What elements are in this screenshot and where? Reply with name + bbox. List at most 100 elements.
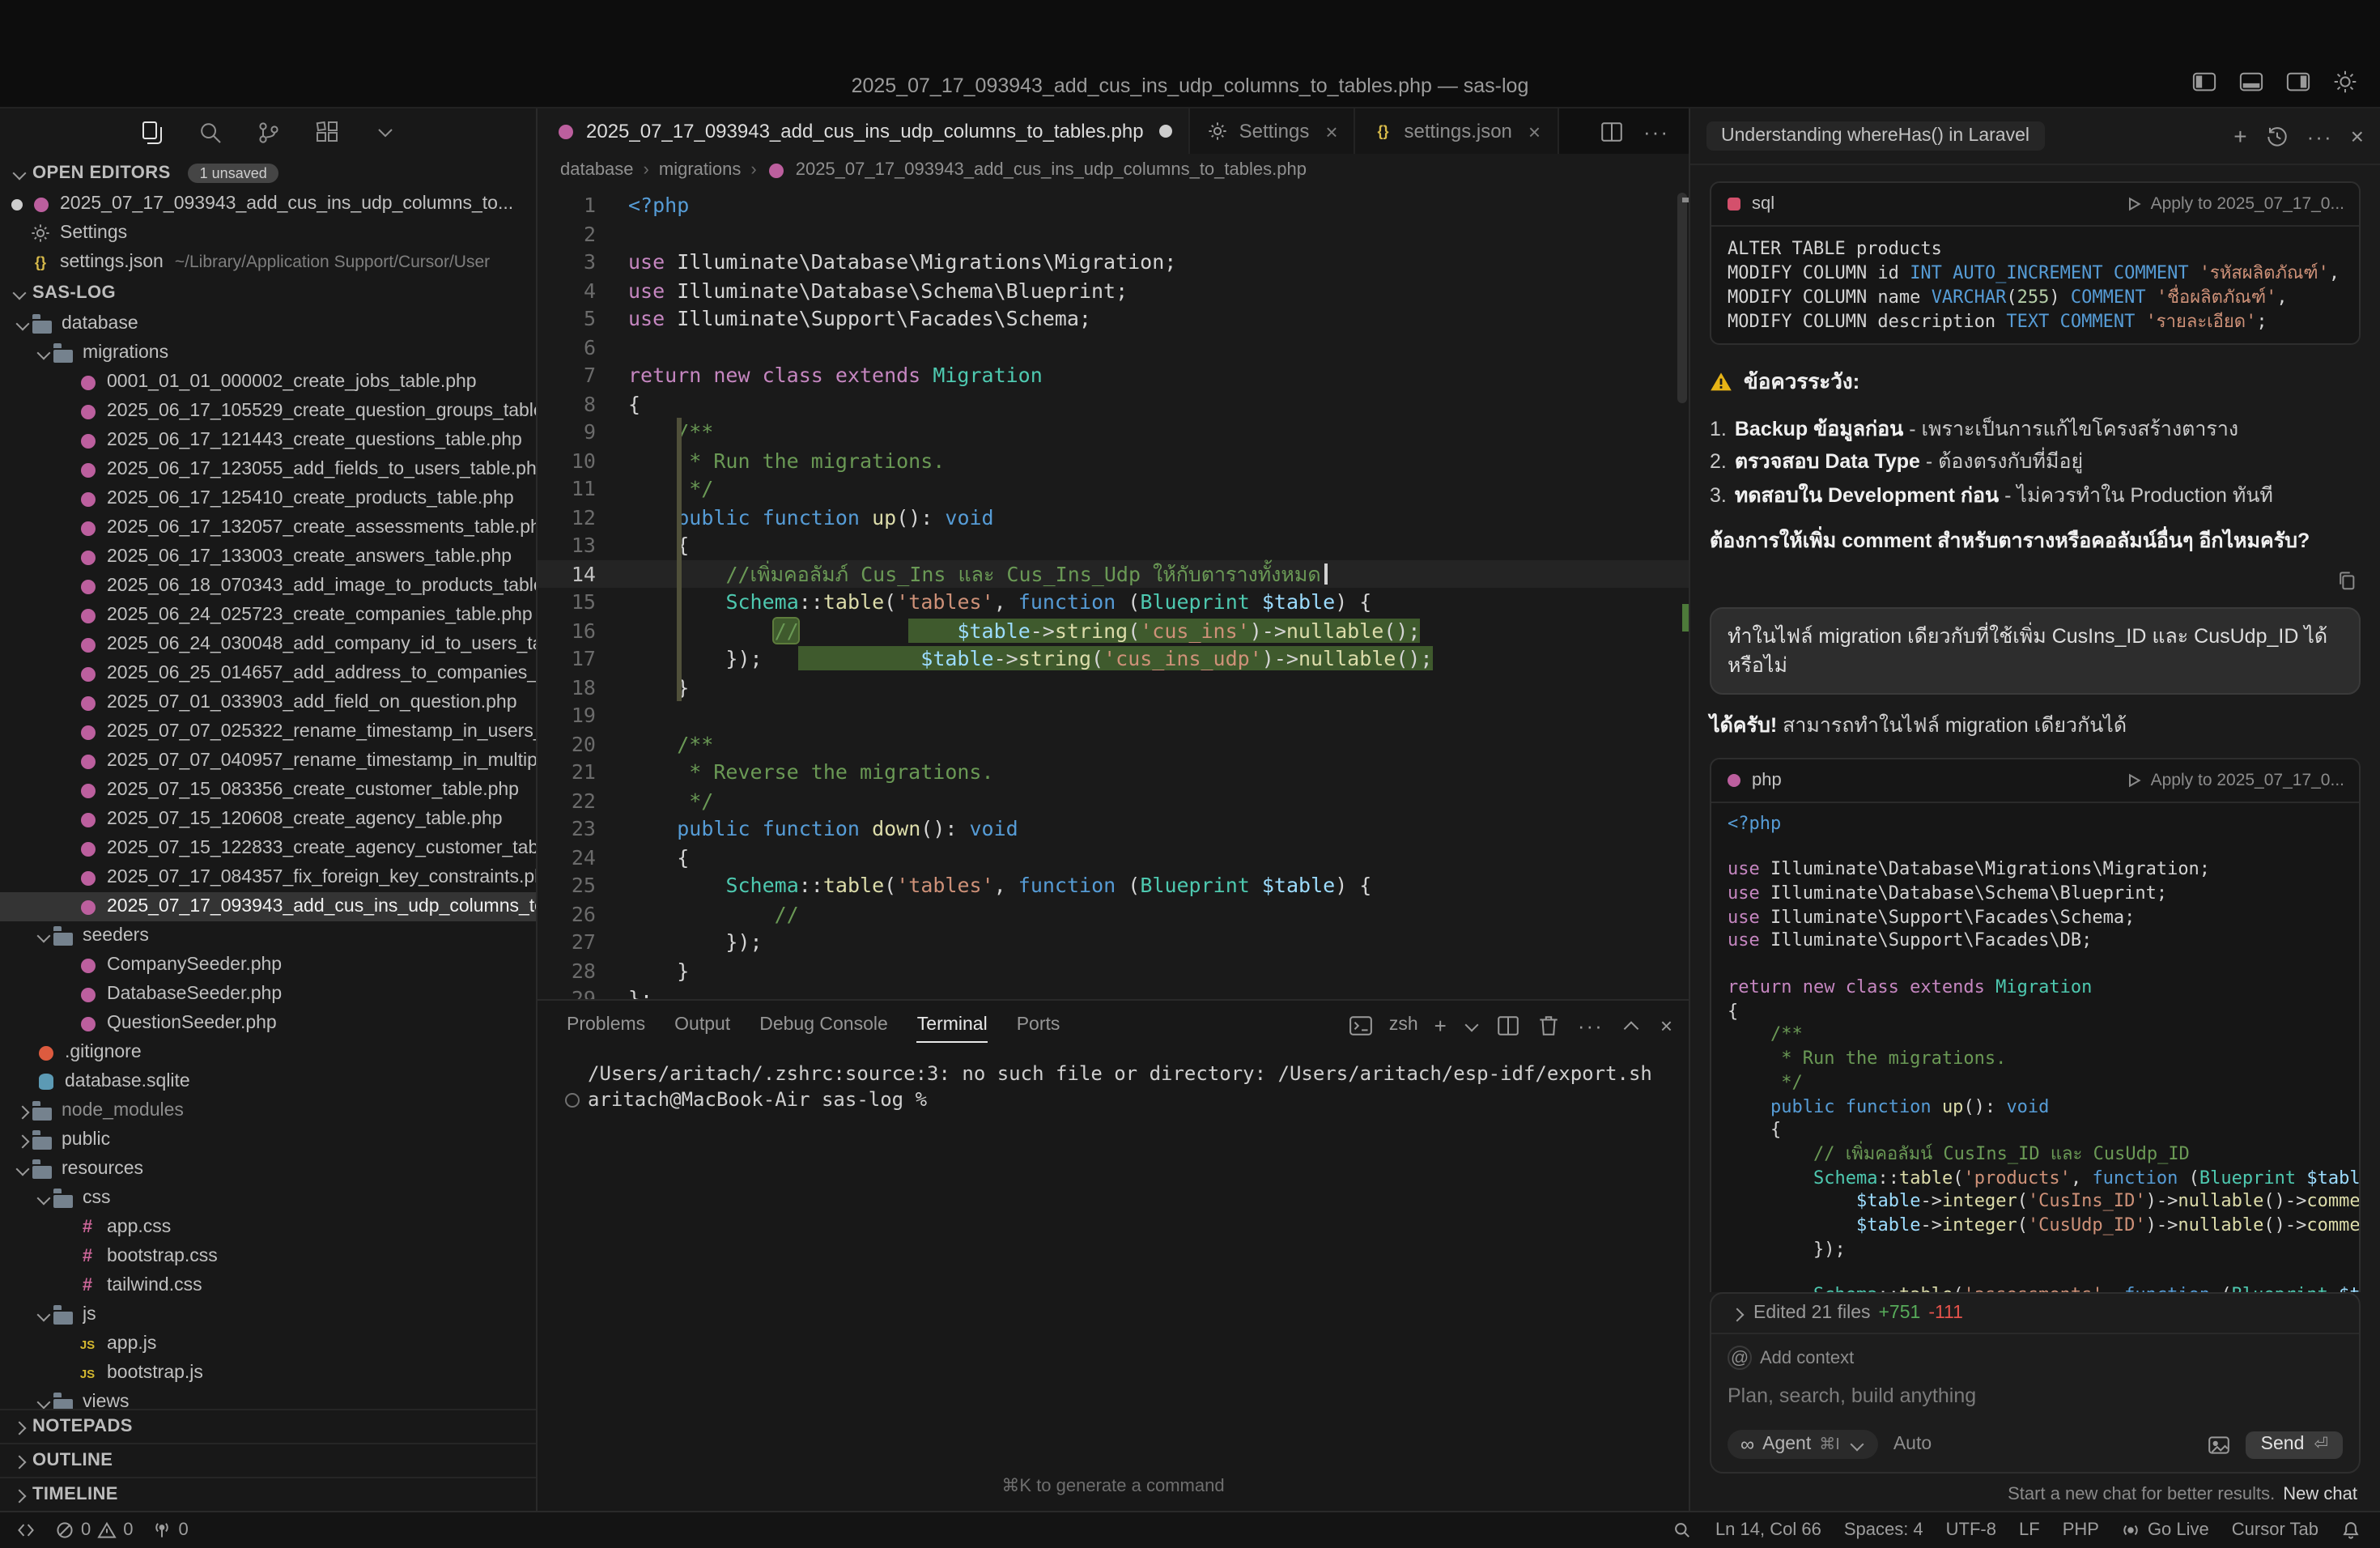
code-line[interactable]: 21 * Reverse the migrations. (538, 758, 1689, 786)
source-control-icon[interactable] (255, 120, 281, 146)
split-editor-icon[interactable] (1600, 119, 1624, 143)
code-line[interactable]: 1<?php (538, 191, 1689, 219)
tree-file[interactable]: #bootstrap.css (0, 1242, 536, 1271)
add-context-button[interactable]: @Add context (1728, 1346, 2343, 1370)
code-line[interactable]: 20 /** (538, 729, 1689, 758)
code-line[interactable]: 7return new class extends Migration (538, 361, 1689, 389)
tree-file[interactable]: QuestionSeeder.php (0, 1009, 536, 1038)
tree-file[interactable]: CompanySeeder.php (0, 950, 536, 980)
code-line[interactable]: 22 */ (538, 786, 1689, 814)
tree-file[interactable]: 2025_06_17_105529_create_question_groups… (0, 397, 536, 426)
maximize-panel-icon[interactable] (1620, 1013, 1644, 1037)
tree-file[interactable]: 2025_07_15_083356_create_customer_table.… (0, 776, 536, 805)
tree-file[interactable]: 2025_07_17_084357_fix_foreign_key_constr… (0, 863, 536, 892)
tree-file[interactable]: database.sqlite (0, 1067, 536, 1096)
code-line[interactable]: 18 } (538, 673, 1689, 701)
tree-folder[interactable]: views (0, 1388, 536, 1409)
history-icon[interactable] (2265, 124, 2289, 148)
tree-file[interactable]: 2025_06_18_070343_add_image_to_products_… (0, 572, 536, 601)
extensions-icon[interactable] (313, 120, 339, 146)
settings-gear-icon[interactable] (2333, 70, 2357, 94)
send-button[interactable]: Send⏎ (2246, 1431, 2343, 1458)
tree-file[interactable]: #app.css (0, 1213, 536, 1242)
code-line[interactable]: 16 // $table->string('cus_ins')->nullabl… (538, 616, 1689, 644)
code-line[interactable]: 28 } (538, 956, 1689, 985)
tree-file[interactable]: 2025_06_17_132057_create_assessments_tab… (0, 513, 536, 542)
tree-file[interactable]: 2025_06_17_123055_add_fields_to_users_ta… (0, 455, 536, 484)
code-line[interactable]: 6 (538, 333, 1689, 361)
code-line[interactable]: 11 */ (538, 474, 1689, 503)
breadcrumb-item[interactable]: migrations (659, 160, 742, 180)
code-line[interactable]: 14 //เพิ่มคอลัมภ์ Cus_Ins และ Cus_Ins_Ud… (538, 559, 1689, 588)
chevron-down-icon[interactable] (372, 120, 397, 146)
chat-input[interactable]: Plan, search, build anything (1728, 1384, 2343, 1407)
split-terminal-icon[interactable] (1497, 1013, 1521, 1037)
notepads-section[interactable]: NOTEPADS (0, 1409, 536, 1443)
tree-folder[interactable]: migrations (0, 338, 536, 368)
editor-tab[interactable]: {}settings.json× (1356, 108, 1559, 154)
tree-folder[interactable]: database (0, 309, 536, 338)
code-editor[interactable]: 1<?php23use Illuminate\Database\Migratio… (538, 186, 1689, 999)
code-line[interactable]: 27 }); (538, 928, 1689, 956)
outline-section[interactable]: OUTLINE (0, 1443, 536, 1477)
code-line[interactable]: 10 * Run the migrations. (538, 446, 1689, 474)
toggle-primary-sidebar-icon[interactable] (2192, 70, 2216, 94)
tree-file[interactable]: 2025_06_25_014657_add_address_to_compani… (0, 659, 536, 688)
code-line[interactable]: 23 public function down(): void (538, 814, 1689, 843)
line-col-indicator[interactable]: Ln 14, Col 66 (1715, 1520, 1821, 1540)
tree-folder[interactable]: seeders (0, 921, 536, 950)
cursor-tab-toggle[interactable]: Cursor Tab (2232, 1520, 2318, 1540)
notifications-bell-icon[interactable] (2341, 1520, 2361, 1540)
code-line[interactable]: 5use Illuminate\Support\Facades\Schema; (538, 304, 1689, 333)
tree-file[interactable]: DatabaseSeeder.php (0, 980, 536, 1009)
code-line[interactable]: 17 }); $table->string('cus_ins_udp')->nu… (538, 644, 1689, 673)
more-actions-icon[interactable]: ··· (1643, 119, 1669, 143)
new-chat-link[interactable]: New chat (2283, 1485, 2357, 1504)
terminal-output[interactable]: /Users/aritach/.zshrc:source:3: no such … (538, 1049, 1689, 1511)
close-panel-icon[interactable]: × (1660, 1014, 1672, 1036)
panel-tab-output[interactable]: Output (674, 1001, 730, 1049)
chat-title-tab[interactable]: Understanding whereHas() in Laravel (1706, 121, 2044, 151)
code-line[interactable]: 8{ (538, 389, 1689, 418)
code-line[interactable]: 13 { (538, 531, 1689, 559)
tree-folder[interactable]: js (0, 1300, 536, 1329)
close-chat-icon[interactable]: × (2351, 125, 2364, 147)
edited-files-row[interactable]: Edited 21 files +751-111 (1711, 1294, 2359, 1334)
breadcrumb-item[interactable]: 2025_07_17_093943_add_cus_ins_udp_column… (796, 160, 1307, 180)
zoom-icon[interactable] (1673, 1520, 1693, 1540)
remote-indicator[interactable] (16, 1520, 36, 1540)
ports-indicator[interactable]: 0 (153, 1520, 189, 1540)
tree-file[interactable]: 2025_06_17_125410_create_products_table.… (0, 484, 536, 513)
apply-button[interactable]: Apply to 2025_07_17_0... (2127, 770, 2344, 789)
open-editor-item[interactable]: 2025_07_17_093943_add_cus_ins_udp_column… (0, 189, 536, 219)
close-icon[interactable]: × (1528, 119, 1541, 143)
code-line[interactable]: 26 // (538, 899, 1689, 928)
panel-tab-problems[interactable]: Problems (567, 1001, 645, 1049)
apply-button[interactable]: Apply to 2025_07_17_0... (2127, 194, 2344, 214)
language-indicator[interactable]: PHP (2063, 1520, 2099, 1540)
editor-scrollbar[interactable] (1677, 193, 1687, 403)
model-selector[interactable]: Auto (1893, 1435, 1932, 1454)
code-line[interactable]: 9 /** (538, 418, 1689, 446)
tree-file[interactable]: 2025_07_07_025322_rename_timestamp_in_us… (0, 717, 536, 746)
code-line[interactable]: 15 Schema::table('tables', function (Blu… (538, 588, 1689, 616)
code-line[interactable]: 19 (538, 701, 1689, 729)
toggle-panel-icon[interactable] (2239, 70, 2263, 94)
editor-tab[interactable]: Settings× (1191, 108, 1356, 154)
tree-folder[interactable]: node_modules (0, 1096, 536, 1125)
tree-file[interactable]: JSbootstrap.js (0, 1359, 536, 1388)
eol-indicator[interactable]: LF (2019, 1520, 2040, 1540)
tree-file[interactable]: 2025_07_01_033903_add_field_on_question.… (0, 688, 536, 717)
tree-file[interactable]: 2025_06_24_030048_add_company_id_to_user… (0, 630, 536, 659)
spaces-indicator[interactable]: Spaces: 4 (1844, 1520, 1923, 1540)
tree-folder[interactable]: css (0, 1184, 536, 1213)
timeline-section[interactable]: TIMELINE (0, 1477, 536, 1511)
code-line[interactable]: 12 public function up(): void (538, 503, 1689, 531)
tree-folder[interactable]: resources (0, 1155, 536, 1184)
breadcrumb[interactable]: database›migrations›2025_07_17_093943_ad… (538, 154, 1689, 186)
toggle-secondary-sidebar-icon[interactable] (2286, 70, 2310, 94)
breadcrumb-item[interactable]: database (560, 160, 634, 180)
project-section-header[interactable]: SAS-LOG (0, 277, 536, 309)
code-line[interactable]: 29}; (538, 985, 1689, 999)
close-icon[interactable]: × (1325, 119, 1337, 143)
